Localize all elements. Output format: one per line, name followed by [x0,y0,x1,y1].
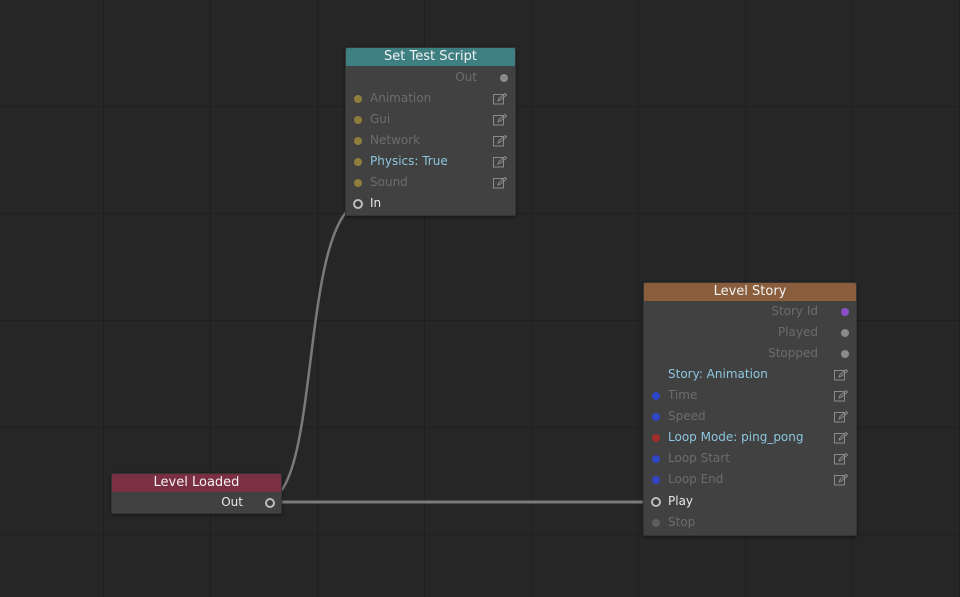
input-port-gui[interactable]: Gui [346,109,515,130]
output-port-story-id[interactable]: Story Id [644,301,856,322]
port-label: Physics: True [370,154,448,168]
input-port-story[interactable]: Story: Animation [644,364,856,385]
output-port-out[interactable]: Out [346,67,515,88]
port-label: Played [777,325,818,339]
port-dot-icon[interactable] [354,116,362,124]
port-label: Loop Mode: ping_pong [668,430,804,444]
edit-icon[interactable] [493,114,507,126]
port-dot-icon[interactable] [652,519,660,527]
input-port-loop-start[interactable]: Loop Start [644,448,856,469]
trigger-ring-icon[interactable] [353,199,363,209]
wire-level-loaded-to-set-test-script[interactable] [273,202,356,500]
port-label: Gui [370,112,391,126]
port-label: Story: Animation [668,367,768,381]
port-label: Speed [668,409,706,423]
port-dot-icon[interactable] [354,158,362,166]
port-dot-icon[interactable] [652,476,660,484]
edit-icon[interactable] [834,369,848,381]
edit-icon[interactable] [493,177,507,189]
input-port-time[interactable]: Time [644,385,856,406]
port-dot-icon[interactable] [354,95,362,103]
trigger-ring-icon[interactable] [651,497,661,507]
output-port-stopped[interactable]: Stopped [644,343,856,364]
edit-icon[interactable] [834,453,848,465]
port-label: Play [668,494,694,508]
edit-icon[interactable] [834,390,848,402]
port-label: In [370,196,382,210]
port-label: Stop [668,515,696,529]
output-port-played[interactable]: Played [644,322,856,343]
node-title[interactable]: Level Story [644,283,856,301]
trigger-ring-icon[interactable] [265,498,275,508]
edit-icon[interactable] [834,474,848,486]
edit-icon[interactable] [493,135,507,147]
node-title[interactable]: Level Loaded [112,474,281,492]
node-set-test-script[interactable]: Set Test Script Out Animation Gui Networ… [345,47,516,216]
input-port-physics[interactable]: Physics: True [346,151,515,172]
port-label: Loop Start [668,451,730,465]
port-label: Network [370,133,421,147]
input-port-animation[interactable]: Animation [346,88,515,109]
port-label: Story Id [771,304,818,318]
port-dot-icon[interactable] [354,179,362,187]
trigger-port-in[interactable]: In [346,193,515,214]
edit-icon[interactable] [834,432,848,444]
port-dot-icon[interactable] [652,434,660,442]
edit-icon[interactable] [834,411,848,423]
port-dot-icon[interactable] [500,74,508,82]
input-port-loop-mode[interactable]: Loop Mode: ping_pong [644,427,856,448]
node-level-loaded[interactable]: Level Loaded Out [111,473,282,514]
input-port-loop-end[interactable]: Loop End [644,469,856,490]
trigger-port-stop[interactable]: Stop [644,512,856,533]
port-label: Loop End [668,472,724,486]
node-level-story[interactable]: Level Story Story Id Played Stopped Stor… [643,282,857,536]
node-title[interactable]: Set Test Script [346,48,515,66]
port-dot-icon[interactable] [841,308,849,316]
port-label: Animation [370,91,432,105]
trigger-port-play[interactable]: Play [644,491,856,512]
port-dot-icon[interactable] [841,350,849,358]
output-port-out[interactable]: Out [112,492,281,513]
port-dot-icon[interactable] [652,455,660,463]
input-port-sound[interactable]: Sound [346,172,515,193]
port-label: Stopped [768,346,818,360]
port-dot-icon[interactable] [841,329,849,337]
port-dot-icon[interactable] [652,392,660,400]
port-label: Sound [370,175,408,189]
port-label: Time [668,388,698,402]
port-dot-icon[interactable] [652,413,660,421]
port-dot-icon[interactable] [354,137,362,145]
edit-icon[interactable] [493,156,507,168]
input-port-speed[interactable]: Speed [644,406,856,427]
port-label: Out [221,495,243,509]
input-port-network[interactable]: Network [346,130,515,151]
edit-icon[interactable] [493,93,507,105]
port-label: Out [455,70,477,84]
